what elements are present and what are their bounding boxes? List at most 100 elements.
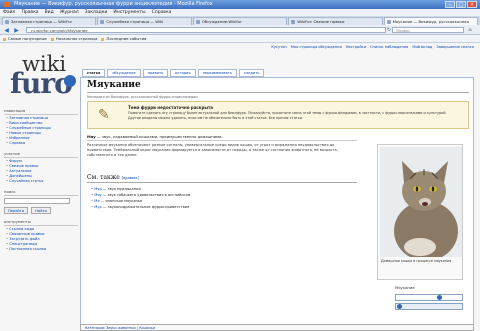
browser-tab-label: Служебная страница — Wiki — [106, 19, 164, 24]
article-content: Мяукание Материал из Викифура, русскоязы… — [80, 77, 474, 329]
sidebar-search-input[interactable] — [4, 198, 70, 204]
search-button[interactable]: Найти — [31, 207, 51, 214]
page-tabs: статья обсуждение править история переим… — [82, 69, 265, 77]
notice-body: Помогите сделать эту страницу более акту… — [128, 111, 447, 120]
browser-tab[interactable]: Обсуждение:Wikifur — [192, 17, 288, 25]
forward-button[interactable]: ▶ — [13, 27, 20, 34]
maximize-button[interactable]: □ — [456, 1, 466, 8]
infobox-title: Мяукание — [395, 285, 415, 290]
sidebar-heading: участие — [4, 151, 78, 158]
tab-article[interactable]: статья — [82, 69, 106, 77]
browser-tab[interactable]: Заглавная страница — WikiFur — [2, 17, 97, 25]
logo-word-furo: furo — [10, 67, 73, 100]
browser-tab-active[interactable]: Мяукание — Викифур, русскоязычная — [383, 17, 479, 25]
divider — [87, 182, 357, 183]
notice-title: Тема фурри недостаточно раскрыта — [128, 105, 214, 110]
back-button[interactable]: ◀ — [3, 27, 10, 34]
tab-discussion[interactable]: обсуждение — [107, 69, 141, 77]
info-icon[interactable] — [397, 304, 402, 309]
play-icon[interactable] — [437, 295, 442, 300]
close-button[interactable]: × — [467, 1, 477, 8]
tab-watch[interactable]: следить — [238, 69, 265, 77]
sidebar-heading: навигация — [4, 108, 78, 115]
menu-view[interactable]: Вид — [45, 9, 54, 16]
bookmark-item[interactable]: Самые популярные — [3, 35, 47, 42]
window-titlebar: Мяукание — Викифур, русскоязычная фурри … — [0, 0, 480, 9]
menu-edit[interactable]: Правка — [21, 9, 38, 16]
article-paragraph: Различные мяукания обозначают разные сиг… — [87, 143, 338, 157]
see-also-heading: См. также — [87, 174, 120, 181]
navigation-bar: ◀ ▶ ru.wikifur.com/wiki/Мяукание ↻ Яндек… — [0, 25, 480, 35]
list-item: Мур — звукоподражательное фурри-приветст… — [91, 204, 190, 210]
article-link[interactable]: Мур — [94, 205, 102, 209]
browser-tab[interactable]: WikiFur: Свежие правки — [288, 17, 383, 25]
bookmark-item[interactable]: Последние события — [101, 35, 146, 42]
favicon-icon — [5, 20, 9, 24]
menu-help[interactable]: Справка — [152, 9, 172, 16]
quill-icon: ✎ — [98, 107, 110, 123]
menu-history[interactable]: Журнал — [60, 9, 79, 16]
user-link[interactable]: Моя страница обсуждения — [291, 45, 342, 51]
sidebar-link[interactable]: Случайная статья — [6, 179, 78, 184]
search-input[interactable]: Яндекс — [392, 27, 464, 33]
bookmark-item[interactable]: Начальная страница — [50, 35, 97, 42]
browser-tab-label: Обсуждение:Wikifur — [201, 19, 242, 24]
sidebar-link[interactable]: Постоянная ссылка — [6, 247, 78, 252]
browser-tab-bar: Заглавная страница — WikiFur Служебная с… — [0, 16, 480, 25]
user-link[interactable]: Настройки — [346, 45, 366, 51]
edit-section-link[interactable]: [править] — [122, 176, 139, 180]
favicon-icon — [100, 20, 105, 24]
favicon-icon — [291, 20, 296, 24]
home-button[interactable]: ⌂ — [467, 27, 473, 33]
image-caption: Домашняя кошка в процессе мяукания — [381, 259, 452, 263]
lead-text: — звук, издаваемый кошками, преимуществе… — [95, 134, 223, 139]
browser-tab-label: Заглавная страница — WikiFur — [11, 19, 73, 24]
window-controls: – □ × — [445, 1, 477, 8]
wikifur-logo[interactable]: wiki furo — [4, 53, 76, 101]
user-link[interactable]: Мой вклад — [412, 45, 432, 51]
sidebar-list: Ссылки сюда Связанные правки Загрузить ф… — [4, 227, 78, 252]
minimize-button[interactable]: – — [445, 1, 455, 8]
list-item-text: — звукоподражательное фурри-приветствие — [101, 205, 190, 209]
category-links[interactable]: Категории: Звуки животных | Кошачьи — [80, 324, 474, 331]
paw-icon — [64, 75, 76, 87]
divider — [87, 140, 357, 141]
sidebar-list: Заглавная страница Вики-сообщество Служе… — [4, 116, 78, 146]
menu-file[interactable]: Файл — [3, 9, 15, 16]
firefox-icon — [4, 2, 10, 7]
page-title: Мяукание — [87, 80, 141, 90]
sidebar-list: Форум Свежие правки Актуальное Донейшены… — [4, 159, 78, 184]
article-link[interactable]: Мур — [94, 187, 102, 191]
menu-tools[interactable]: Инструменты — [113, 9, 145, 16]
user-link[interactable]: Кусутон — [271, 45, 286, 51]
user-link[interactable]: Список наблюдения — [370, 45, 408, 51]
user-navigation: Кусутон Моя страница обсуждения Настройк… — [230, 45, 474, 51]
sidebar-heading: инструменты — [4, 219, 78, 226]
favicon-icon — [195, 20, 200, 24]
tab-move[interactable]: переименовать — [197, 69, 237, 77]
audio-player[interactable] — [395, 294, 463, 301]
browser-tab[interactable]: Служебная страница — Wiki — [97, 17, 192, 25]
browser-tab-label: WikiFur: Свежие правки — [297, 19, 345, 24]
url-bar[interactable]: ru.wikifur.com/wiki/Мяукание — [26, 27, 386, 33]
menu-bookmarks[interactable]: Закладки — [85, 9, 108, 16]
sidebar: навигация Заглавная страница Вики-сообще… — [4, 103, 78, 252]
window-title: Мяукание — Викифур, русскоязычная фурри … — [14, 1, 213, 7]
sidebar-link[interactable]: Справка — [6, 141, 78, 146]
audio-info-bar — [395, 303, 463, 310]
browser-tab-label: Мяукание — Викифур, русскоязычная — [392, 19, 469, 24]
user-link[interactable]: Завершение сеанса — [436, 45, 474, 51]
notice-box: ✎ Тема фурри недостаточно раскрыта Помог… — [87, 101, 469, 129]
favicon-icon — [386, 20, 391, 24]
list-item-text: — японское мяуканье — [99, 199, 143, 203]
lead-term: Мяу — [87, 134, 96, 139]
tab-edit[interactable]: править — [142, 69, 169, 77]
lead-sentence: Мяу — звук, издаваемый кошками, преимуще… — [87, 134, 357, 139]
page-subtitle: Материал из Викифура, русскоязычной фурр… — [87, 95, 198, 99]
sidebar-search-buttons: Перейти Найти — [4, 207, 78, 214]
article-link[interactable]: Мяу — [94, 193, 101, 197]
go-button[interactable]: Перейти — [4, 207, 29, 214]
tab-history[interactable]: история — [170, 69, 196, 77]
web-page: Кусутон Моя страница обсуждения Настройк… — [0, 43, 480, 331]
image-thumbnail[interactable]: Домашняя кошка в процессе мяукания — [377, 144, 463, 280]
